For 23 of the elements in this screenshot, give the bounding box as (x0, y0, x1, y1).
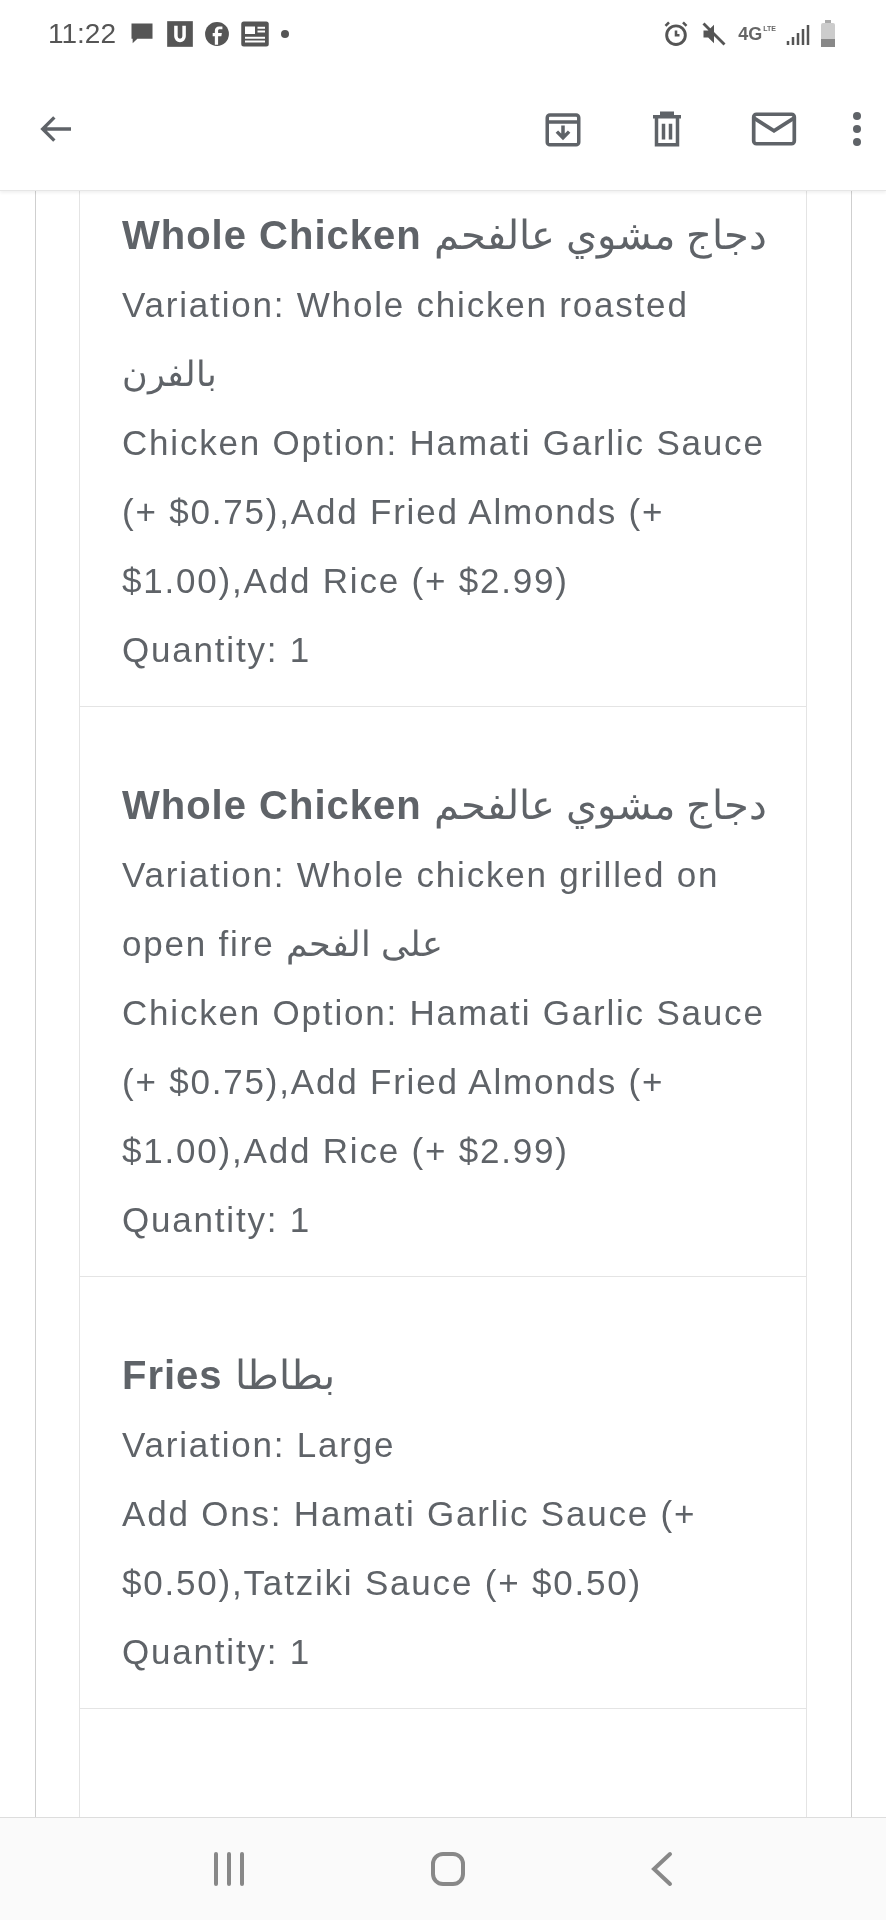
item-detail: Add Ons: Hamati Garlic Sauce (+ $0.50),Tatziki Sauce (+ $0.50) (122, 1493, 698, 1604)
chevron-left-icon (650, 1851, 674, 1887)
item-detail: Chicken Option: Hamati Garlic Sauce (+ $0.75),Add Fried Almonds (+ $1.00),Add Rice (+ $2.99) (122, 992, 766, 1172)
app-icon (166, 20, 194, 48)
dot-icon (280, 29, 290, 39)
nav-back-button[interactable] (650, 1851, 674, 1887)
item-detail: Quantity: 1 (122, 629, 313, 671)
more-icon (850, 109, 864, 149)
recent-apps-icon (212, 1851, 246, 1887)
home-button[interactable] (430, 1851, 466, 1887)
battery-icon (820, 20, 836, 48)
item-detail: Quantity: 1 (122, 1631, 313, 1673)
status-time: 11:22 (48, 18, 116, 50)
item-detail: Variation: Whole chicken grilled on open fire على الفحم (122, 854, 721, 967)
recent-apps-button[interactable] (212, 1851, 246, 1887)
home-icon (430, 1851, 466, 1887)
news-icon (240, 19, 270, 49)
item-detail: Variation: Large (122, 1424, 397, 1466)
more-button[interactable] (850, 109, 864, 149)
social-icon (204, 21, 230, 47)
item-detail: Chicken Option: Hamati Garlic Sauce (+ $0.75),Add Fried Almonds (+ $1.00),Add Rice (+ $2.99) (122, 422, 766, 602)
item-detail: Variation: Whole chicken roasted بالفرن (122, 284, 690, 397)
item-detail: Quantity: 1 (122, 1199, 313, 1241)
